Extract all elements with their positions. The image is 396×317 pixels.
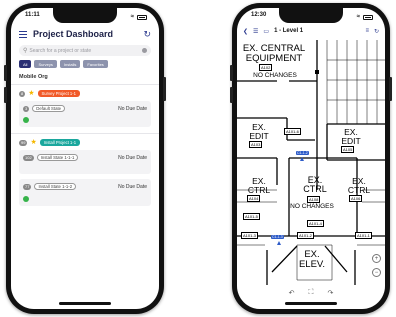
back-icon[interactable]: ❮ <box>243 28 248 35</box>
pin-marker[interactable]: C1-1-2 <box>296 151 309 155</box>
due-date: No Due Date <box>118 183 147 190</box>
state-count: 102 <box>23 154 34 161</box>
fullscreen-icon[interactable]: ⛶ <box>309 289 314 297</box>
room-tag: A104 <box>247 195 261 202</box>
phone-floorplan: 12:30 ≈ ❮ ☰ ▭ 1 - Level 1 ≡ ↻ EX. CENTRA… <box>230 3 392 314</box>
clear-search-icon[interactable] <box>142 48 147 53</box>
page-title: Project Dashboard <box>33 29 114 39</box>
sheet-icon: ▭ <box>263 28 270 35</box>
dashboard-screen: 11:11 ≈ Project Dashboard ↻ ⚲ Search for… <box>11 8 159 309</box>
notch <box>279 8 343 23</box>
state-card[interactable]: 102 Install State 1-1-1 No Due Date <box>19 150 151 174</box>
room-tag: A101-3 <box>241 232 258 239</box>
room-tag: A106 <box>349 195 363 202</box>
room-tag: A101-1 <box>355 232 372 239</box>
home-indicator <box>285 302 337 305</box>
wifi-icon: ≈ <box>356 14 360 20</box>
zoom-out-icon[interactable]: − <box>372 268 381 277</box>
project-row[interactable]: 99 ★ Install Project 1-1 <box>19 139 81 146</box>
room-tag: A101-4 <box>307 220 324 227</box>
room-edit-right-label: EX. EDIT <box>341 127 361 146</box>
filter-chips: All Surveys Installs Favorites <box>19 60 108 68</box>
room-tag: A108 <box>307 196 321 203</box>
level-title: 1 - Level 1 <box>274 28 304 34</box>
status-ok-icon <box>23 196 29 202</box>
floor-plan[interactable]: EX. CENTRAL EQUIPMENT A102 NO CHANGES EX.… <box>237 40 385 285</box>
refresh-icon[interactable]: ↻ <box>143 29 151 40</box>
room-tag: A101-5 <box>243 213 260 220</box>
project-count: 99 <box>19 139 28 146</box>
state-card[interactable]: 77 Install State 1-1-2 No Due Date <box>19 179 151 206</box>
state-name: Install State 1-1-2 <box>34 183 77 190</box>
due-date: No Due Date <box>118 105 147 112</box>
state-card[interactable]: 3 Default State No Due Date <box>19 101 151 127</box>
room-edit-left-label: EX. EDIT <box>249 122 269 141</box>
floorplan-screen: 12:30 ≈ ❮ ☰ ▭ 1 - Level 1 ≡ ↻ EX. CENTRA… <box>237 8 385 309</box>
phone-dashboard: 11:11 ≈ Project Dashboard ↻ ⚲ Search for… <box>4 3 166 314</box>
undo-icon[interactable]: ↶ <box>289 289 295 297</box>
no-changes-label: NO CHANGES <box>290 203 334 210</box>
filter-icon[interactable]: ≡ <box>365 28 369 34</box>
zoom-in-icon[interactable]: + <box>372 254 381 263</box>
room-tag: A102 <box>259 64 273 71</box>
room-tag: A103 <box>249 141 263 148</box>
state-name: Default State <box>32 105 66 112</box>
room-equipment-label: EX. CENTRAL EQUIPMENT <box>242 43 306 64</box>
app-header: Project Dashboard ↻ <box>19 27 151 41</box>
state-name: Install State 1-1-1 <box>36 154 79 161</box>
clock: 11:11 <box>25 12 40 18</box>
due-date: No Due Date <box>118 154 147 161</box>
redo-icon[interactable]: ↷ <box>327 289 333 297</box>
wifi-icon: ≈ <box>130 14 134 20</box>
plan-nav: ❮ ☰ ▭ 1 - Level 1 ≡ ↻ <box>243 24 379 38</box>
refresh-icon[interactable]: ↻ <box>374 28 379 35</box>
room-ctrl-mid-label: EX. CTRL <box>303 175 327 194</box>
battery-icon <box>363 14 373 20</box>
status-ok-icon <box>23 117 29 123</box>
home-indicator <box>59 302 111 305</box>
project-row[interactable]: 8 ★ Survey Project 1-1 <box>19 90 80 97</box>
no-changes-label: NO CHANGES <box>253 72 297 79</box>
battery-icon <box>137 14 147 20</box>
project-count: 8 <box>19 90 26 97</box>
star-icon[interactable]: ★ <box>28 90 34 97</box>
room-ctrl-left-label: EX. CTRL <box>247 176 271 195</box>
clock: 12:30 <box>251 12 267 18</box>
star-icon[interactable]: ★ <box>30 139 36 146</box>
filter-all[interactable]: All <box>19 60 32 68</box>
notch <box>53 8 117 23</box>
search-placeholder: Search for a project or state <box>29 47 92 54</box>
divider <box>11 133 159 134</box>
state-count: 3 <box>23 105 30 112</box>
menu-icon[interactable] <box>19 30 27 38</box>
project-tag: Install Project 1-1 <box>39 139 81 146</box>
project-tag: Survey Project 1-1 <box>37 90 80 97</box>
plan-toolbar: ↶ ⛶ ↷ <box>237 287 385 299</box>
filter-installs[interactable]: Installs <box>59 60 81 68</box>
divider <box>11 84 159 85</box>
org-name: Mobile Org <box>19 74 48 80</box>
filter-favorites[interactable]: Favorites <box>83 60 108 68</box>
pin-marker[interactable]: C1-1-3 <box>271 235 284 239</box>
search-icon: ⚲ <box>23 48 28 54</box>
search-input[interactable]: ⚲ Search for a project or state <box>19 45 151 56</box>
room-tag: A105 <box>341 146 355 153</box>
room-elev-label: EX. ELEV. <box>298 249 326 270</box>
room-tag: A101-6 <box>284 128 301 135</box>
room-ctrl-right-label: EX. CTRL <box>347 176 371 195</box>
filter-surveys[interactable]: Surveys <box>34 60 57 68</box>
room-tag: A101-2 <box>297 232 314 239</box>
list-icon[interactable]: ☰ <box>253 28 258 35</box>
state-count: 77 <box>23 183 32 190</box>
